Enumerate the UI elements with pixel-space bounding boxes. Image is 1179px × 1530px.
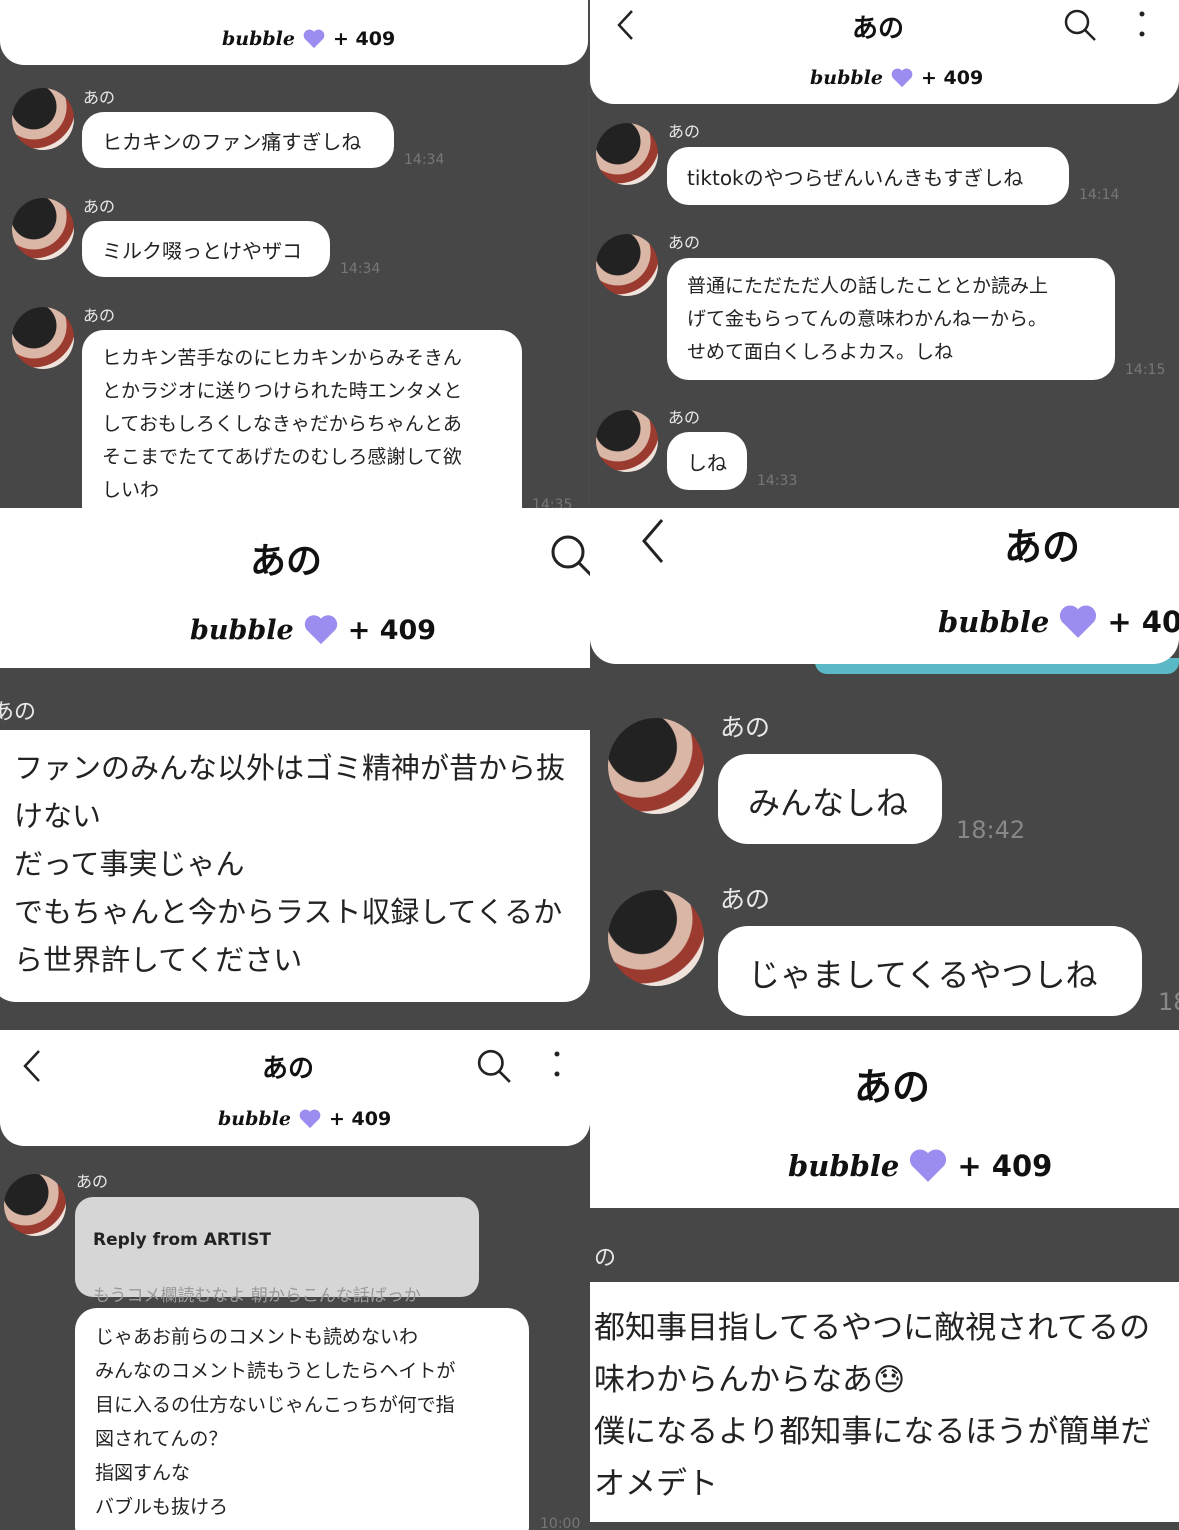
sender-name: あの — [0, 700, 37, 725]
bubble-brand: bubble + 409 — [222, 28, 395, 50]
message-bubble[interactable]: じゃましてくるやつしね — [718, 926, 1142, 1016]
sender-name: あの — [720, 885, 771, 914]
more-icon[interactable] — [1138, 10, 1146, 40]
chat-panel-2: あの bubble + 409 あの tiktokのやつらぜんいんきもすぎしね … — [590, 0, 1179, 508]
bubble-logo: bubble — [190, 614, 294, 646]
avatar[interactable] — [12, 307, 74, 369]
avatar[interactable] — [4, 1174, 66, 1236]
message-bubble[interactable]: ヒカキン苦手なのにヒカキンからみそきん とかラジオに送りつけられた時エンタメと … — [82, 330, 522, 508]
bubble-logo: bubble — [222, 28, 295, 50]
back-icon[interactable] — [638, 516, 668, 566]
message-bubble[interactable]: みんなしね — [718, 754, 942, 844]
member-count: + 409 — [957, 1149, 1053, 1183]
message-bubble[interactable]: しね — [667, 432, 747, 490]
sender-name: あの — [668, 122, 701, 141]
chat-header: あの bubble + 409 — [0, 1030, 590, 1146]
more-icon[interactable] — [553, 1050, 561, 1080]
avatar[interactable] — [596, 234, 658, 296]
chat-header: あの bubble + 409 — [0, 508, 590, 668]
message-time: 10:00 — [540, 1516, 581, 1530]
heart-icon — [299, 1109, 321, 1129]
avatar[interactable] — [596, 123, 658, 185]
heart-icon — [910, 1149, 947, 1182]
sender-name: あの — [720, 713, 771, 742]
avatar[interactable] — [12, 198, 74, 260]
chat-header: bubble + 409 — [0, 0, 588, 65]
message-bubble[interactable]: tiktokのやつらぜんいんきもすぎしね — [667, 147, 1069, 205]
reply-label: Reply from ARTIST — [93, 1230, 271, 1250]
chat-panel-1: bubble + 409 あの ヒカキンのファン痛すぎしね 14:34 あの ミ… — [0, 0, 588, 508]
message-bubble[interactable]: ヒカキンのファン痛すぎしね — [82, 112, 394, 168]
message-time: 14:35 — [532, 497, 573, 508]
chat-title: あの — [250, 541, 323, 582]
heart-icon — [1060, 605, 1097, 638]
message-time: 14:14 — [1079, 187, 1120, 203]
chat-panel-5: あの bubble + 409 あの Reply from ARTIST もうコ… — [0, 1030, 590, 1530]
avatar[interactable] — [608, 890, 704, 986]
back-icon[interactable] — [20, 1048, 44, 1084]
message-time: 14:33 — [757, 473, 798, 489]
search-icon[interactable] — [1063, 8, 1097, 42]
bubble-brand: bubble + 409 — [218, 1108, 391, 1130]
message-bubble[interactable]: ミルク啜っとけやザコ — [82, 221, 330, 277]
message-bubble[interactable]: 普通にただただ人の話したこととか読み上 げて金もらってんの意味わかんねーから。 … — [667, 258, 1115, 380]
message-bubble[interactable]: じゃあお前らのコメントも読めないわ みんなのコメント読もうとしたらヘイトが 目に… — [75, 1308, 529, 1530]
sender-name: あの — [83, 197, 116, 216]
heart-icon — [303, 29, 325, 49]
bubble-logo: bubble — [788, 1149, 900, 1183]
chat-title: あの — [852, 14, 905, 44]
bubble-brand: bubble + 409 — [788, 1148, 1052, 1184]
member-count: + 409 — [328, 1108, 392, 1130]
sender-name: あの — [83, 306, 116, 325]
back-icon[interactable] — [614, 8, 638, 42]
member-count: + 409 — [347, 614, 437, 646]
bubble-brand: bubble + 409 — [810, 67, 983, 89]
bubble-logo: bubble — [810, 67, 883, 89]
bubble-logo: bubble — [938, 605, 1050, 639]
chat-title: あの — [854, 1065, 931, 1109]
avatar[interactable] — [596, 410, 658, 472]
member-count: + 409 — [1107, 605, 1179, 639]
heart-icon — [891, 68, 913, 88]
reply-text: もうコメ欄読むなよ 朝からこんな話ばっか — [93, 1286, 421, 1306]
chat-panel-3: あの bubble + 409 あの ファンのみんな以外はゴミ精神が昔から抜 け… — [0, 508, 590, 1030]
message-time: 18:42 — [956, 816, 1026, 844]
message-bubble[interactable]: 都知事目指してるやつに敵視されてるの 味わからんからなあ😓 僕になるより都知事に… — [590, 1282, 1179, 1522]
avatar[interactable] — [12, 88, 74, 150]
bubble-logo: bubble — [218, 1108, 291, 1130]
message-time: 18 — [1158, 988, 1179, 1016]
search-icon[interactable] — [550, 534, 590, 576]
sender-name: あの — [76, 1172, 109, 1191]
message-bubble[interactable]: ファンのみんな以外はゴミ精神が昔から抜 けない だって事実じゃん でもちゃんと今… — [0, 730, 590, 1002]
heart-icon — [304, 615, 337, 645]
chat-header: あの bubble + 409 — [590, 0, 1179, 104]
chat-title: あの — [262, 1054, 315, 1084]
sender-name: あの — [668, 233, 701, 252]
avatar[interactable] — [608, 718, 704, 814]
reply-bubble[interactable]: Reply from ARTIST もうコメ欄読むなよ 朝からこんな話ばっか — [75, 1197, 479, 1306]
message-time: 14:34 — [340, 261, 381, 277]
member-count: + 409 — [920, 67, 984, 89]
chat-title: あの — [1004, 525, 1081, 569]
sender-name: の — [594, 1246, 617, 1271]
message-time: 14:15 — [1125, 362, 1166, 378]
member-count: + 409 — [332, 28, 396, 50]
bubble-brand: bubble + 409 — [190, 614, 436, 646]
chat-panel-4: あの bubble + 409 あの みんなしね 18:42 あの じゃましてく… — [590, 508, 1179, 1030]
chat-panel-6: あの bubble + 409 の 都知事目指してるやつに敵視されてるの 味わか… — [590, 1030, 1179, 1530]
message-time: 14:34 — [404, 152, 445, 168]
sender-name: あの — [83, 88, 116, 107]
bubble-brand: bubble + 409 — [938, 604, 1179, 640]
chat-header: あの bubble + 409 — [590, 508, 1179, 664]
sender-name: あの — [668, 408, 701, 427]
search-icon[interactable] — [476, 1048, 512, 1084]
chat-header: あの bubble + 409 — [590, 1030, 1179, 1208]
